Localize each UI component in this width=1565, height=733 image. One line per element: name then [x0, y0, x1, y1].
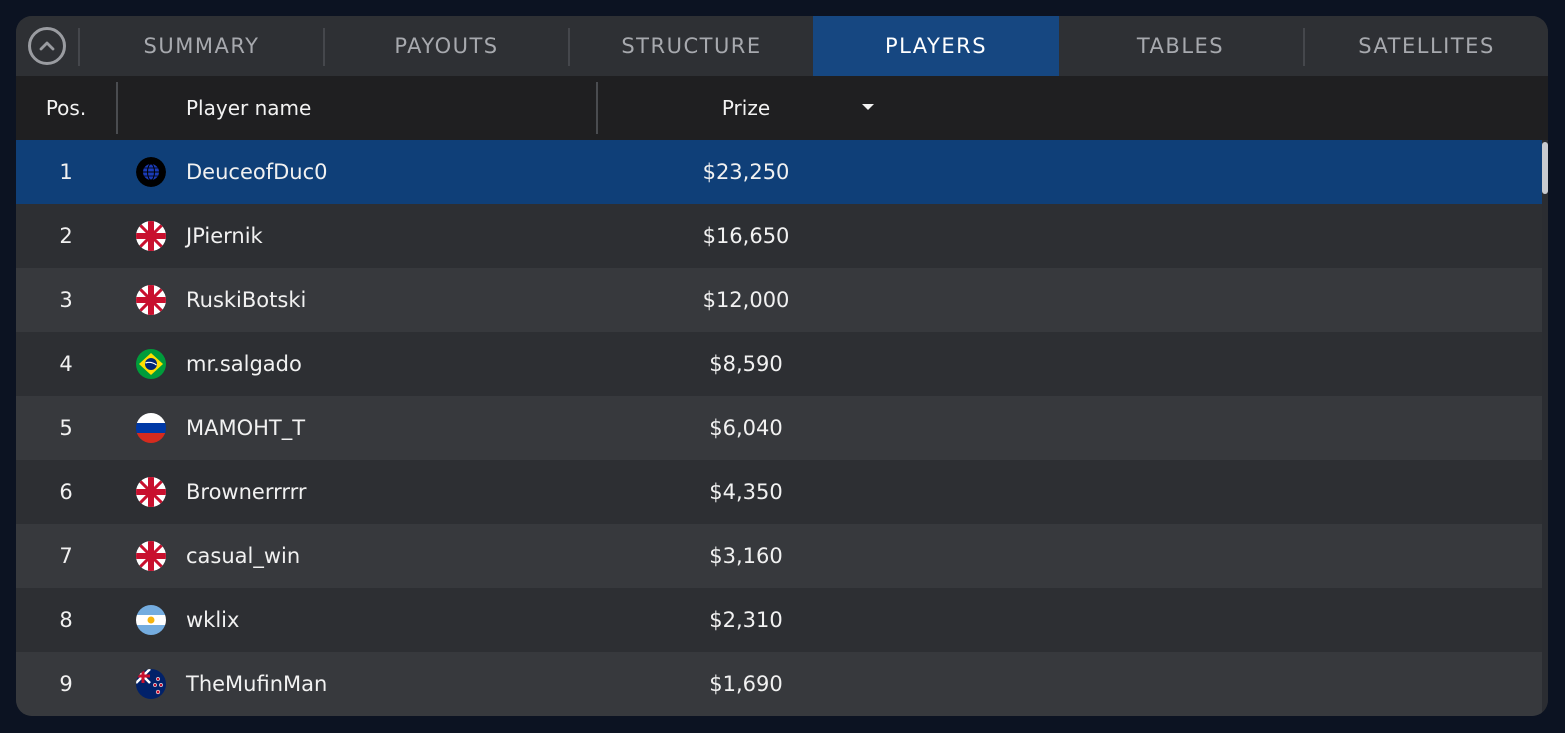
- collapse-button[interactable]: [28, 27, 66, 65]
- table-row[interactable]: 7 casual_win $3,160: [16, 524, 1542, 588]
- tab-tables[interactable]: TABLES: [1059, 16, 1302, 76]
- uk-flag-icon: [136, 285, 166, 315]
- brazil-flag-icon: [136, 349, 166, 379]
- column-header-player-name[interactable]: Player name: [186, 76, 311, 140]
- scrollbar-track[interactable]: [1542, 140, 1548, 716]
- argentina-flag-icon: [136, 605, 166, 635]
- player-name: casual_win: [186, 544, 301, 568]
- globe-icon: [136, 157, 166, 187]
- uk-flag-icon: [136, 541, 166, 571]
- russia-flag-icon: [136, 413, 166, 443]
- table-row[interactable]: 1 DeuceofDuc0 $23,250: [16, 140, 1542, 204]
- player-name: TheMufinMan: [186, 672, 328, 696]
- tab-payouts[interactable]: PAYOUTS: [325, 16, 568, 76]
- tab-bar: SUMMARY PAYOUTS STRUCTURE PLAYERS TABLES…: [16, 16, 1548, 76]
- table-row[interactable]: 8 wklix $2,310: [16, 588, 1542, 652]
- player-prize: $1,690: [709, 672, 783, 696]
- player-position: 1: [59, 160, 73, 184]
- table-row[interactable]: 5 MAMOHT_T $6,040: [16, 396, 1542, 460]
- player-position: 6: [59, 480, 73, 504]
- player-name: DeuceofDuc0: [186, 160, 328, 184]
- column-divider[interactable]: [596, 82, 598, 134]
- player-prize: $4,350: [709, 480, 783, 504]
- player-name: RuskiBotski: [186, 288, 307, 312]
- column-header-pos[interactable]: Pos.: [16, 76, 116, 140]
- table-row[interactable]: 9 TheMufinMan $1,690: [16, 652, 1542, 716]
- table-header: Pos. Player name Prize: [16, 76, 1548, 140]
- player-prize: $16,650: [702, 224, 790, 248]
- player-prize: $23,250: [702, 160, 790, 184]
- table-row[interactable]: 4 mr.salgado $8,590: [16, 332, 1542, 396]
- players-table-body: 9 TheMufinMan $1,690 8 wklix $2,310 7 casual…: [16, 140, 1548, 716]
- player-position: 2: [59, 224, 73, 248]
- player-name: Brownerrrrr: [186, 480, 307, 504]
- column-header-prize[interactable]: Prize: [646, 76, 846, 140]
- player-name: JPiernik: [186, 224, 263, 248]
- tab-structure[interactable]: STRUCTURE: [570, 16, 813, 76]
- player-prize: $8,590: [709, 352, 783, 376]
- player-prize: $6,040: [709, 416, 783, 440]
- player-name: mr.salgado: [186, 352, 302, 376]
- player-prize: $12,000: [702, 288, 790, 312]
- tournament-panel: SUMMARY PAYOUTS STRUCTURE PLAYERS TABLES…: [16, 16, 1548, 716]
- player-position: 7: [59, 544, 73, 568]
- player-position: 4: [59, 352, 73, 376]
- scrollbar-thumb[interactable]: [1542, 142, 1548, 194]
- player-position: 5: [59, 416, 73, 440]
- new-zealand-flag-icon: [136, 669, 166, 699]
- tab-summary[interactable]: SUMMARY: [80, 16, 323, 76]
- player-position: 3: [59, 288, 73, 312]
- table-row[interactable]: 2 JPiernik $16,650: [16, 204, 1542, 268]
- player-position: 9: [59, 672, 73, 696]
- player-position: 8: [59, 608, 73, 632]
- chevron-up-icon: [39, 41, 55, 51]
- player-prize: $2,310: [709, 608, 783, 632]
- table-row[interactable]: 6 Brownerrrrr $4,350: [16, 460, 1542, 524]
- tab-satellites[interactable]: SATELLITES: [1305, 16, 1548, 76]
- player-name: wklix: [186, 608, 240, 632]
- uk-flag-icon: [136, 477, 166, 507]
- tab-players[interactable]: PLAYERS: [813, 16, 1059, 76]
- player-name: MAMOHT_T: [186, 416, 306, 440]
- sort-descending-icon[interactable]: [862, 104, 874, 110]
- table-row[interactable]: 3 RuskiBotski $12,000: [16, 268, 1542, 332]
- uk-flag-icon: [136, 221, 166, 251]
- player-prize: $3,160: [709, 544, 783, 568]
- column-divider[interactable]: [116, 82, 118, 134]
